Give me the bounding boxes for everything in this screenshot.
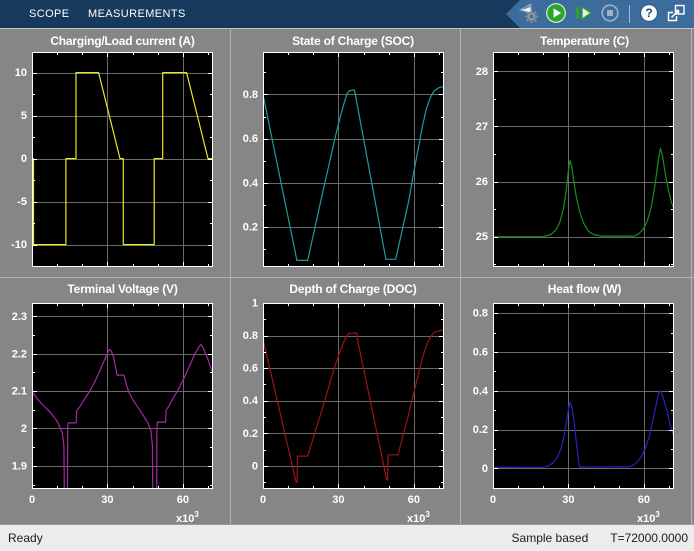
plot-terminal-voltage[interactable]: 1.9 2 2.1 2.2 2.3 0 30 60 x103 [0, 277, 231, 525]
svg-text:0: 0 [490, 494, 496, 506]
plot-title: Charging/Load current (A) [50, 34, 195, 48]
svg-text:0.2: 0.2 [243, 428, 258, 440]
svg-text:x103: x103 [407, 510, 430, 525]
plot-heat-flow[interactable]: 0 0.2 0.4 0.6 0.8 0 30 60 x103 [461, 277, 694, 525]
svg-text:60: 60 [638, 494, 650, 506]
undock-button[interactable] [665, 3, 687, 25]
plot-charging-load-current[interactable]: -10 -5 0 5 10 [0, 29, 231, 277]
play-icon [545, 2, 567, 27]
plots-area: -10 -5 0 5 10 Charging/Load current (A) 0.2 0… [0, 28, 694, 525]
svg-text:30: 30 [101, 494, 113, 506]
svg-text:0: 0 [260, 494, 266, 506]
plot-title: Terminal Voltage (V) [67, 282, 178, 296]
svg-text:0: 0 [29, 494, 35, 506]
svg-text:x103: x103 [637, 510, 660, 525]
svg-text:1: 1 [252, 298, 258, 310]
svg-text:0.6: 0.6 [473, 346, 488, 358]
svg-text:0.8: 0.8 [473, 308, 488, 320]
gear-flag-icon [518, 2, 540, 27]
undock-icon [665, 2, 687, 27]
panel-heat-flow: 0 0.2 0.4 0.6 0.8 0 30 60 x103 Heat flow (W) [461, 277, 694, 525]
status-bar: Ready Sample based T=72000.0000 [0, 524, 694, 551]
svg-text:0: 0 [482, 463, 488, 475]
svg-text:0.8: 0.8 [243, 330, 258, 342]
scope-window: SCOPE MEASUREMENTS ? -10 -5 0 5 10 Charg… [0, 0, 694, 551]
stop-button[interactable] [599, 3, 621, 25]
stop-icon [600, 3, 620, 26]
svg-text:30: 30 [562, 494, 574, 506]
svg-text:0.6: 0.6 [243, 133, 258, 145]
panel-terminal-voltage: 1.9 2 2.1 2.2 2.3 0 30 60 x103 Terminal Voltage … [0, 277, 231, 525]
svg-text:0.4: 0.4 [473, 385, 489, 397]
simulation-settings-button[interactable] [518, 2, 540, 27]
svg-text:0.4: 0.4 [243, 177, 259, 189]
step-forward-icon [573, 3, 593, 26]
svg-text:10: 10 [15, 67, 27, 79]
svg-text:2: 2 [21, 423, 27, 435]
tab-scope[interactable]: SCOPE [29, 0, 70, 28]
svg-text:26: 26 [476, 176, 488, 188]
svg-text:25: 25 [476, 231, 488, 243]
panel-depth-of-charge: 0 0.2 0.4 0.6 0.8 1 0 30 60 x103 Depth of Charge … [231, 277, 461, 525]
svg-text:0.2: 0.2 [243, 222, 258, 234]
svg-text:1.9: 1.9 [12, 460, 27, 472]
svg-text:28: 28 [476, 66, 488, 78]
svg-text:2.1: 2.1 [12, 386, 27, 398]
plot-depth-of-charge[interactable]: 0 0.2 0.4 0.6 0.8 1 0 30 60 x103 [231, 277, 461, 525]
svg-text:2.2: 2.2 [12, 348, 27, 360]
plot-title: Depth of Charge (DOC) [289, 282, 417, 296]
svg-text:5: 5 [21, 110, 27, 122]
help-button[interactable]: ? [638, 3, 660, 25]
simulation-time-label: T=72000.0000 [610, 531, 688, 545]
svg-text:0.4: 0.4 [243, 395, 259, 407]
svg-text:0: 0 [21, 153, 27, 165]
panel-state-of-charge: 0.2 0.4 0.6 0.8 State of Charge (SOC) [231, 29, 461, 277]
svg-text:27: 27 [476, 121, 488, 133]
sample-mode-label: Sample based [511, 531, 589, 545]
question-icon: ? [639, 3, 659, 26]
svg-text:0.8: 0.8 [243, 89, 258, 101]
plot-state-of-charge[interactable]: 0.2 0.4 0.6 0.8 [231, 29, 461, 277]
plot-title: Heat flow (W) [547, 282, 622, 296]
toolbar-separator [629, 5, 630, 23]
svg-text:60: 60 [408, 494, 420, 506]
svg-text:60: 60 [177, 494, 189, 506]
svg-text:-10: -10 [11, 239, 27, 251]
step-forward-button[interactable] [572, 3, 594, 25]
svg-text:30: 30 [332, 494, 344, 506]
run-button[interactable] [545, 2, 567, 27]
svg-text:x103: x103 [176, 510, 199, 525]
svg-text:0.6: 0.6 [243, 363, 258, 375]
svg-text:-5: -5 [17, 196, 27, 208]
toolbar-actions: ? [506, 0, 694, 28]
plot-title: State of Charge (SOC) [292, 34, 414, 48]
panel-separator-horizontal [0, 277, 694, 278]
tab-measurements[interactable]: MEASUREMENTS [88, 0, 186, 28]
svg-text:0.2: 0.2 [473, 424, 488, 436]
svg-text:0: 0 [252, 460, 258, 472]
status-text: Ready [8, 531, 43, 545]
panel-charging-load-current: -10 -5 0 5 10 Charging/Load current (A) [0, 29, 231, 277]
svg-text:2.3: 2.3 [12, 311, 27, 323]
svg-text:?: ? [645, 6, 652, 20]
panel-temperature: 25 26 27 28 Temperature (C) [461, 29, 694, 277]
plot-temperature[interactable]: 25 26 27 28 [461, 29, 694, 277]
toolbar: SCOPE MEASUREMENTS ? [0, 0, 694, 28]
plot-title: Temperature (C) [540, 34, 629, 48]
